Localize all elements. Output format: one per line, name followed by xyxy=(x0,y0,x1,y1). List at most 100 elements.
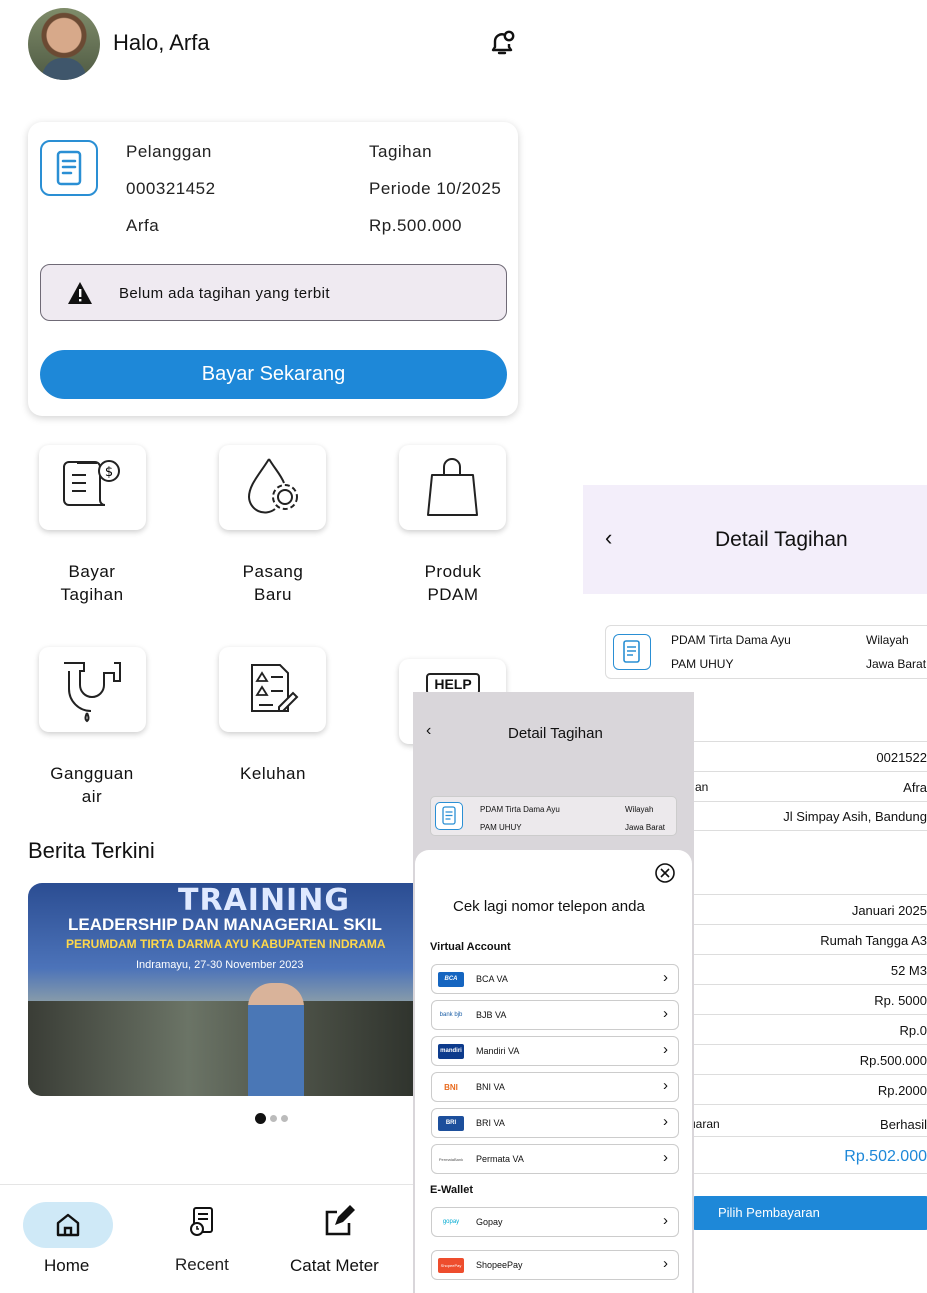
detail-value: Rp.2000 xyxy=(877,1083,927,1098)
recent-icon[interactable] xyxy=(188,1205,218,1237)
detail-value: Januari 2025 xyxy=(851,903,927,918)
bell-icon[interactable] xyxy=(487,28,517,58)
document-icon xyxy=(435,802,463,830)
payment-bottom-sheet: Cek lagi nomor telepon anda Virtual Acco… xyxy=(415,850,692,1293)
nav-home-label[interactable]: Home xyxy=(44,1256,89,1276)
nav-recent-label[interactable]: Recent xyxy=(175,1255,229,1275)
mandiri-va-option[interactable]: mandiri Mandiri VA › xyxy=(431,1036,679,1066)
back-icon[interactable]: ‹ xyxy=(605,525,612,551)
company-card: PDAM Tirta Dama Ayu PAM UHUY Wilayah Jaw… xyxy=(430,796,677,836)
ewallet-section-title: E-Wallet xyxy=(430,1184,473,1196)
bca-va-option[interactable]: BCA BCA VA › xyxy=(431,964,679,994)
region-value: Jawa Barat xyxy=(866,657,927,671)
news-heading: Berita Terkini xyxy=(28,838,155,863)
option-label: ShopeePay xyxy=(476,1260,523,1270)
total-amount: Rp.502.000 xyxy=(844,1148,927,1165)
home-icon xyxy=(56,1213,80,1237)
speaker-figure xyxy=(248,983,304,1096)
company-name: PDAM Tirta Dama Ayu xyxy=(671,633,791,647)
chevron-right-icon: › xyxy=(663,1255,668,1272)
banner-title: TRAINING xyxy=(178,883,350,918)
option-label: BJB VA xyxy=(476,1010,507,1020)
chevron-right-icon: › xyxy=(663,1041,668,1058)
detail-value: Afra xyxy=(903,780,927,795)
document-icon xyxy=(613,634,651,670)
chevron-right-icon: › xyxy=(663,1005,668,1022)
bill-payment-tile[interactable]: $ xyxy=(39,445,146,530)
detail-title: Detail Tagihan xyxy=(715,528,848,551)
option-label: Gopay xyxy=(476,1217,503,1227)
water-issue-tile[interactable] xyxy=(39,647,146,732)
new-install-tile[interactable] xyxy=(219,445,326,530)
gopay-option[interactable]: gopay Gopay › xyxy=(431,1207,679,1237)
shopping-bag-icon xyxy=(427,458,478,516)
company-name: PDAM Tirta Dama Ayu xyxy=(480,805,560,814)
gopay-logo-icon: gopay xyxy=(438,1215,464,1230)
banner-line3: PERUMDAM TIRTA DARMA AYU KABUPATEN INDRA… xyxy=(66,937,386,951)
option-label: BRI VA xyxy=(476,1118,505,1128)
customer-id: 000321452 xyxy=(126,179,216,198)
company-card: PDAM Tirta Dama Ayu PAM UHUY Wilayah Jaw… xyxy=(605,625,927,679)
notice-box: Belum ada tagihan yang terbit xyxy=(40,264,507,321)
choose-payment-button[interactable]: Pilih Pembayaran xyxy=(688,1196,927,1230)
pipe-leak-icon xyxy=(64,662,121,723)
shopeepay-logo-icon: ShopeePay xyxy=(438,1258,464,1273)
option-label: Mandiri VA xyxy=(476,1046,520,1056)
document-icon xyxy=(40,140,98,196)
carousel-dots xyxy=(255,1110,292,1128)
nav-meter-label[interactable]: Catat Meter xyxy=(290,1256,379,1276)
avatar[interactable] xyxy=(28,8,100,80)
pay-now-button[interactable]: Bayar Sekarang xyxy=(40,350,507,399)
tile-label-products: Produk PDAM xyxy=(424,562,482,604)
bill-label: Tagihan xyxy=(369,142,433,161)
banner-line2: LEADERSHIP DAN MANAGERIAL SKIL xyxy=(68,915,382,934)
edit-icon[interactable] xyxy=(321,1205,355,1239)
bill-period: Periode 10/2025 xyxy=(369,179,502,198)
branch-name: PAM UHUY xyxy=(480,823,522,832)
tile-label-bill: Bayar Tagihan xyxy=(60,562,124,604)
back-icon[interactable]: ‹ xyxy=(426,722,431,740)
detail-value: Rp. 5000 xyxy=(874,993,927,1008)
detail-value: 0021522 xyxy=(876,750,927,765)
option-label: BNI VA xyxy=(476,1082,505,1092)
bill-amount: Rp.500.000 xyxy=(369,216,462,235)
bottom-nav: Home Recent Catat Meter xyxy=(0,1184,420,1293)
chevron-right-icon: › xyxy=(663,1113,668,1130)
bni-va-option[interactable]: BNI BNI VA › xyxy=(431,1072,679,1102)
permata-logo-icon: PermataBank xyxy=(438,1152,464,1167)
banner-line4: Indramayu, 27-30 November 2023 xyxy=(136,959,304,971)
shopeepay-option[interactable]: ShopeePay ShopeePay › xyxy=(431,1250,679,1280)
receipt-dollar-icon: $ xyxy=(63,460,120,506)
chevron-right-icon: › xyxy=(663,1212,668,1229)
option-label: BCA VA xyxy=(476,974,508,984)
bri-va-option[interactable]: BRI BRI VA › xyxy=(431,1108,679,1138)
region-label: Wilayah xyxy=(866,633,909,647)
close-icon[interactable] xyxy=(654,862,676,884)
sheet-screen-title: Detail Tagihan xyxy=(508,725,603,742)
va-section-title: Virtual Account xyxy=(430,941,511,953)
detail-value: 52 M3 xyxy=(890,963,927,978)
notice-text: Belum ada tagihan yang terbit xyxy=(119,285,330,302)
nav-home[interactable] xyxy=(23,1202,113,1248)
option-label: Permata VA xyxy=(476,1154,524,1164)
bill-summary-card: Pelanggan 000321452 Arfa Tagihan Periode… xyxy=(28,122,518,416)
payment-sheet-screen: ‹ Detail Tagihan PDAM Tirta Dama Ayu PAM… xyxy=(413,692,694,1293)
tile-label-install: Pasang Baru xyxy=(242,562,304,604)
detail-value: Rp.0 xyxy=(899,1023,927,1038)
products-tile[interactable] xyxy=(399,445,506,530)
chevron-right-icon: › xyxy=(663,1077,668,1094)
permata-va-option[interactable]: PermataBank Permata VA › xyxy=(431,1144,679,1174)
bjb-logo-icon: bank bjb xyxy=(438,1008,464,1023)
detail-label: an xyxy=(695,780,709,794)
customer-name: Arfa xyxy=(126,216,160,235)
region-value: Jawa Barat xyxy=(625,823,666,832)
complaint-tile[interactable] xyxy=(219,647,326,732)
detail-value: Berhasil xyxy=(880,1117,927,1132)
bjb-va-option[interactable]: bank bjb BJB VA › xyxy=(431,1000,679,1030)
phone-check-prompt: Cek lagi nomor telepon anda xyxy=(453,898,645,915)
svg-text:$: $ xyxy=(105,465,113,480)
branch-name: PAM UHUY xyxy=(671,657,734,671)
news-banner[interactable]: TRAINING LEADERSHIP DAN MANAGERIAL SKIL … xyxy=(28,883,428,1096)
detail-value: Jl Simpay Asih, Bandung xyxy=(783,809,927,824)
mandiri-logo-icon: mandiri xyxy=(438,1044,464,1059)
